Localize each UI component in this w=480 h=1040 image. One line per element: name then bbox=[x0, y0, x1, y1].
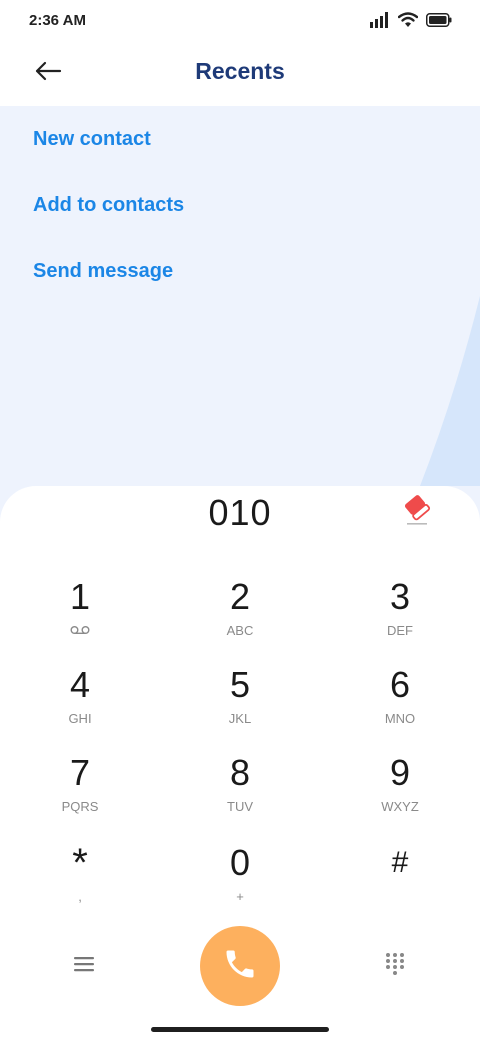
keypad-toggle-button[interactable] bbox=[375, 948, 415, 984]
status-icons bbox=[370, 12, 452, 33]
key-star[interactable]: * , bbox=[20, 841, 140, 922]
clear-button[interactable] bbox=[398, 490, 434, 528]
new-contact-link[interactable]: New contact bbox=[33, 128, 151, 151]
key-digit: 2 bbox=[229, 576, 251, 617]
bottom-bar bbox=[0, 926, 480, 1008]
key-5[interactable]: 5 JKL bbox=[180, 666, 300, 744]
key-4[interactable]: 4 GHI bbox=[20, 666, 140, 744]
home-indicator[interactable] bbox=[151, 1027, 329, 1032]
key-digit: * bbox=[72, 841, 88, 885]
key-8[interactable]: 8 TUV bbox=[180, 754, 300, 832]
send-message-link[interactable]: Send message bbox=[33, 260, 173, 283]
battery-icon bbox=[426, 13, 452, 32]
key-1[interactable]: 1 bbox=[20, 578, 140, 656]
key-letters: + bbox=[236, 889, 244, 904]
key-6[interactable]: 6 MNO bbox=[340, 666, 460, 744]
key-digit: 6 bbox=[389, 664, 411, 705]
key-letters bbox=[20, 622, 140, 640]
key-letters: MNO bbox=[384, 711, 416, 726]
key-letters: , bbox=[78, 889, 82, 904]
key-digit: 4 bbox=[69, 664, 91, 705]
key-digit: 9 bbox=[389, 752, 411, 793]
decorative-arc bbox=[420, 296, 480, 486]
call-button[interactable] bbox=[200, 926, 280, 1006]
actions-panel: New contact Add to contacts Send message bbox=[0, 106, 480, 526]
key-letters: TUV bbox=[227, 799, 253, 814]
page-title: Recents bbox=[195, 58, 285, 84]
phone-icon bbox=[222, 946, 258, 987]
dialpad-icon bbox=[385, 952, 405, 981]
menu-button[interactable] bbox=[64, 948, 104, 984]
key-letters: JKL bbox=[228, 711, 252, 726]
wifi-icon bbox=[397, 12, 419, 33]
key-9[interactable]: 9 WXYZ bbox=[340, 754, 460, 832]
key-2[interactable]: 2 ABC bbox=[180, 578, 300, 656]
key-letters: DEF bbox=[387, 623, 413, 638]
add-to-contacts-link[interactable]: Add to contacts bbox=[33, 194, 184, 217]
key-digit: 0 bbox=[229, 842, 251, 883]
key-letters: WXYZ bbox=[381, 799, 419, 814]
status-bar: 2:36 AM bbox=[0, 0, 480, 44]
key-digit: 1 bbox=[69, 576, 91, 617]
voicemail-icon bbox=[70, 623, 90, 638]
key-digit: 3 bbox=[389, 576, 411, 617]
key-digit: 8 bbox=[229, 752, 251, 793]
key-7[interactable]: 7 PQRS bbox=[20, 754, 140, 832]
menu-icon bbox=[74, 956, 94, 977]
key-digit: 5 bbox=[229, 664, 251, 705]
key-hash[interactable]: # bbox=[340, 844, 460, 922]
key-letters: ABC bbox=[226, 623, 254, 638]
signal-icon bbox=[370, 12, 390, 33]
eraser-icon bbox=[398, 495, 434, 532]
key-digit: # bbox=[391, 846, 409, 879]
header: Recents bbox=[0, 44, 480, 106]
key-3[interactable]: 3 DEF bbox=[340, 578, 460, 656]
key-letters bbox=[340, 888, 460, 906]
key-digit: 7 bbox=[69, 752, 91, 793]
key-0[interactable]: 0 + bbox=[180, 844, 300, 922]
key-letters: GHI bbox=[68, 711, 92, 726]
key-letters: PQRS bbox=[61, 799, 99, 814]
status-time: 2:36 AM bbox=[29, 12, 86, 29]
